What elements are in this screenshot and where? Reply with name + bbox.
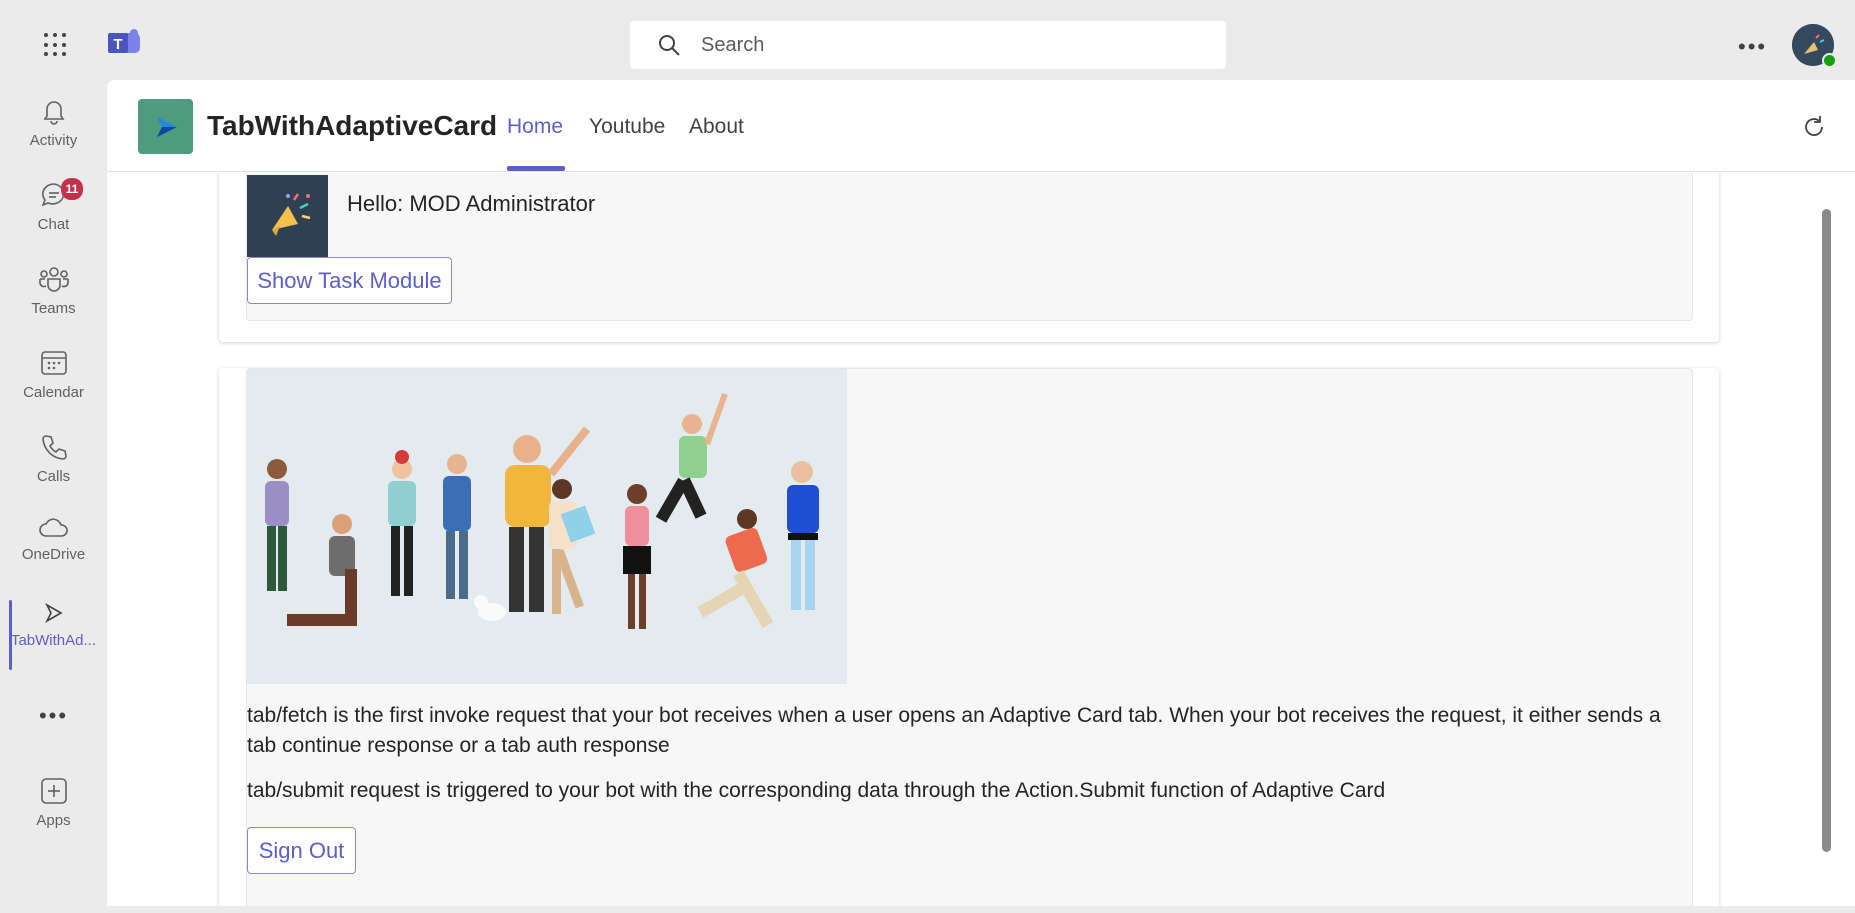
sign-out-button[interactable]: Sign Out [247,827,356,874]
rail-item-tabwithadaptivecard[interactable]: TabWithAd... [0,600,107,670]
greeting-card: Hello: MOD Administrator Show Task Modul… [219,173,1719,342]
rail-item-label: Calendar [23,384,84,401]
refresh-icon[interactable] [1800,113,1828,146]
tab-home[interactable]: Home [507,115,563,139]
search-placeholder: Search [701,33,765,56]
cloud-icon [38,518,68,537]
rail-item-label: Activity [29,132,78,149]
app-header: TabWithAdaptiveCard Home Youtube About [107,80,1855,172]
teams-logo: T [108,29,142,64]
tab-about[interactable]: About [689,115,744,139]
celebration-image [247,175,328,257]
app-logo [138,99,193,154]
rail-item-calls[interactable]: Calls [0,432,107,502]
active-tab-indicator [507,166,565,171]
search-icon [659,35,680,56]
app-rail: Activity Chat 11 Teams Calendar Calls On… [0,80,107,913]
greeting-text: Hello: MOD Administrator [347,191,596,216]
greeting-card-body: Hello: MOD Administrator Show Task Modul… [246,173,1693,321]
teams-window: T Search ••• Activity Chat 11 Teams Cale… [0,0,1855,913]
tab-content: Hello: MOD Administrator Show Task Modul… [107,173,1827,906]
rail-item-label: Apps [36,812,71,829]
app-title: TabWithAdaptiveCard [207,110,498,141]
rail-item-onedrive[interactable]: OneDrive [0,516,107,586]
rail-item-label: Calls [36,468,71,485]
rail-item-label: Teams [31,300,76,317]
phone-icon [41,435,67,460]
rail-item-label: Chat [37,216,70,233]
rail-item-chat[interactable]: Chat 11 [0,178,107,250]
search-input[interactable]: Search [630,21,1226,69]
tab-fetch-description: tab/fetch is the first invoke request th… [247,704,1661,757]
show-task-module-button[interactable]: Show Task Module [247,257,452,304]
calendar-icon [40,351,67,375]
app-content-area: TabWithAdaptiveCard Home Youtube About H… [107,80,1855,906]
rail-item-label: OneDrive [21,546,86,563]
presence-available-icon [1822,53,1837,68]
rail-item-calendar[interactable]: Calendar [0,348,107,418]
scrollbar[interactable] [1822,209,1831,852]
svg-text:T: T [113,36,122,53]
app-launcher-icon[interactable] [44,33,68,57]
rail-item-label: TabWithAd... [10,632,97,649]
more-apps-icon[interactable]: ••• [0,703,107,773]
top-bar: T Search ••• [0,0,1855,80]
rail-item-activity[interactable]: Activity [0,96,107,166]
tab-youtube[interactable]: Youtube [589,115,665,139]
bell-icon [43,101,64,125]
rail-item-teams[interactable]: Teams [0,264,107,334]
more-options-icon[interactable]: ••• [1738,34,1767,60]
add-apps-icon [40,778,67,804]
tab-submit-description: tab/submit request is triggered to your … [247,779,1386,802]
info-card: tab/fetch is the first invoke request th… [219,368,1719,906]
rail-item-apps[interactable]: Apps [0,776,107,846]
unread-badge: 11 [61,178,83,200]
people-illustration [247,369,847,684]
avatar[interactable] [1792,24,1837,68]
app-icon [44,602,63,624]
teams-icon [38,267,69,292]
info-card-body: tab/fetch is the first invoke request th… [246,368,1693,906]
